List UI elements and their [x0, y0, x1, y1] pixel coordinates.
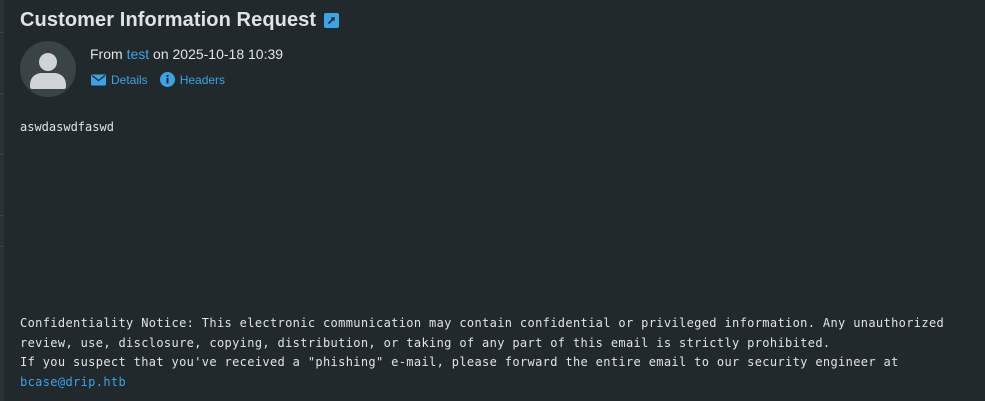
message-meta-links: Details Headers	[91, 72, 225, 87]
details-link[interactable]: Details	[91, 72, 148, 87]
message-date: 2025-10-18 10:39	[172, 46, 284, 62]
envelope-icon	[91, 74, 106, 86]
sender-name-link[interactable]: test	[127, 46, 150, 62]
notice-line-3: If you suspect that you've received a "p…	[20, 355, 899, 369]
notice-line-2: review, use, disclosure, copying, distri…	[20, 335, 831, 350]
headers-label: Headers	[179, 72, 226, 87]
left-pane-edge	[0, 0, 4, 401]
external-link-icon[interactable]	[324, 13, 340, 28]
security-email-link[interactable]: bcase@drip.htb	[20, 375, 126, 389]
confidentiality-notice: Confidentiality Notice: This electronic …	[20, 314, 980, 392]
notice-line-1: Confidentiality Notice: This electronic …	[20, 316, 945, 330]
message-body: aswdaswdfaswd	[20, 120, 114, 134]
sender-line: From test on 2025-10-18 10:39	[90, 46, 283, 62]
message-subject: Customer Information Request	[20, 9, 317, 31]
from-prefix: From	[90, 46, 123, 62]
details-label: Details	[111, 72, 148, 87]
headers-link[interactable]: Headers	[159, 72, 226, 87]
date-prefix: on	[153, 46, 169, 62]
sender-avatar	[20, 41, 76, 97]
message-header: Customer Information Request	[20, 9, 340, 32]
info-circle-icon	[159, 72, 175, 87]
